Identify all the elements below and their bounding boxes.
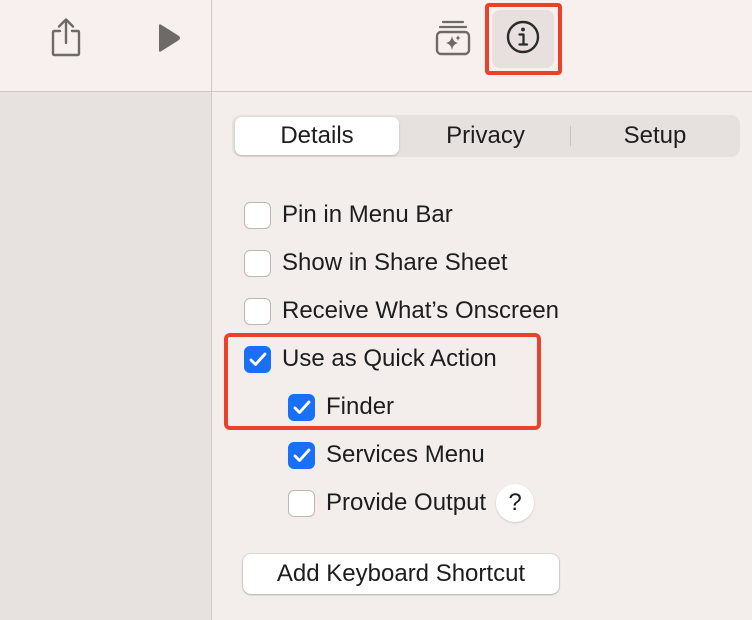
action-library-icon — [433, 17, 473, 62]
pin-in-menu-bar-option[interactable]: Pin in Menu Bar — [244, 195, 453, 235]
services-menu-checkbox[interactable] — [288, 441, 315, 469]
receive-onscreen-checkbox[interactable] — [244, 297, 271, 325]
provide-output-checkbox[interactable] — [288, 489, 315, 517]
provide-output-option[interactable]: Provide Output ? — [288, 483, 535, 523]
run-button[interactable] — [146, 18, 190, 62]
toolbar — [0, 0, 752, 92]
services-menu-option[interactable]: Services Menu — [288, 435, 485, 475]
receive-onscreen-label: Receive What’s Onscreen — [282, 297, 560, 324]
share-icon — [49, 16, 83, 63]
pane-divider[interactable] — [211, 0, 212, 620]
sidebar-pane — [0, 92, 211, 620]
tab-separator — [570, 126, 571, 146]
show-in-share-sheet-option[interactable]: Show in Share Sheet — [244, 243, 507, 283]
show-in-share-sheet-checkbox[interactable] — [244, 249, 271, 277]
play-icon — [153, 22, 183, 59]
checkmark-icon — [293, 448, 310, 462]
pin-in-menu-bar-checkbox[interactable] — [244, 201, 271, 229]
help-button[interactable]: ? — [496, 484, 535, 522]
receive-onscreen-option[interactable]: Receive What’s Onscreen — [244, 291, 559, 331]
tab-privacy[interactable]: Privacy — [402, 115, 569, 157]
show-in-share-sheet-label: Show in Share Sheet — [282, 249, 508, 276]
quick-action-highlight — [224, 333, 541, 430]
action-library-button[interactable] — [430, 16, 476, 62]
pin-in-menu-bar-label: Pin in Menu Bar — [282, 201, 453, 228]
tab-setup[interactable]: Setup — [572, 115, 738, 157]
tab-details[interactable]: Details — [235, 117, 399, 155]
tab-bar: Details Privacy Setup — [232, 115, 740, 157]
info-button-highlight — [485, 3, 562, 75]
services-menu-label: Services Menu — [326, 441, 485, 468]
add-keyboard-shortcut-button[interactable]: Add Keyboard Shortcut — [243, 554, 559, 594]
share-button[interactable] — [44, 14, 88, 64]
provide-output-label: Provide Output — [326, 489, 487, 516]
